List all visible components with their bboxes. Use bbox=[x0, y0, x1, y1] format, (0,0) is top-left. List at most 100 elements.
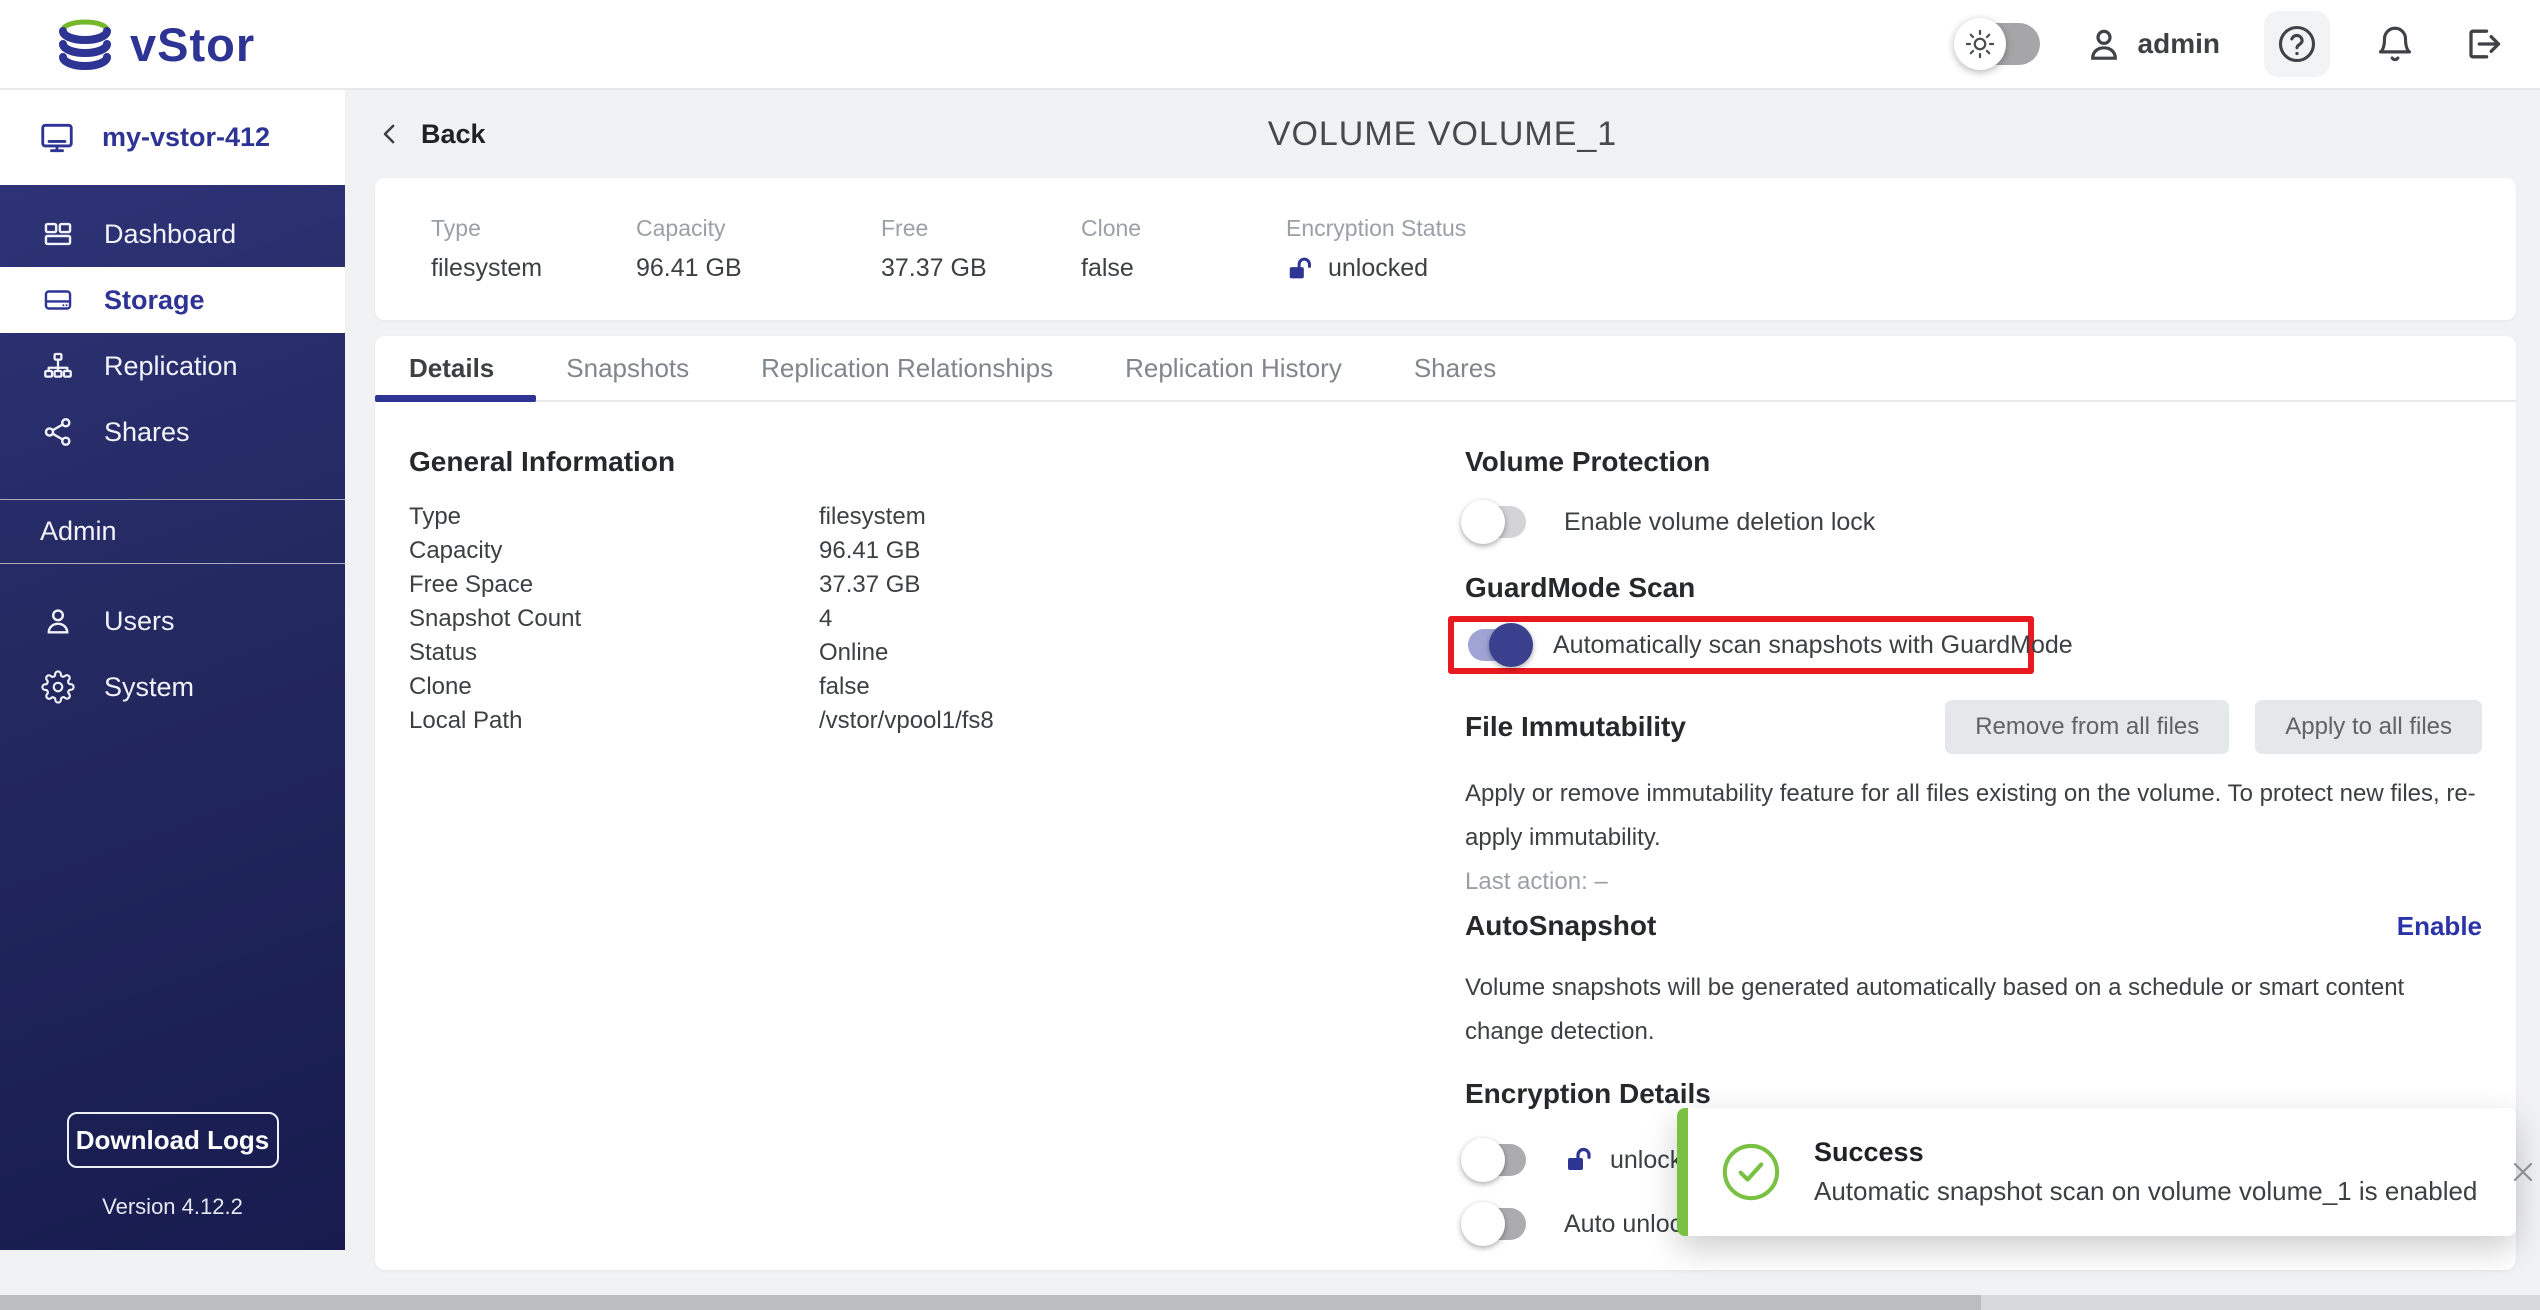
horizontal-scrollbar[interactable] bbox=[0, 1295, 2540, 1310]
check-circle-icon bbox=[1718, 1139, 1784, 1205]
help-button[interactable] bbox=[2264, 11, 2330, 77]
guardmode-scan-toggle[interactable] bbox=[1468, 623, 1533, 667]
dashboard-icon bbox=[40, 217, 76, 251]
bell-icon bbox=[2374, 23, 2416, 65]
sidebar-item-replication[interactable]: Replication bbox=[0, 333, 345, 399]
user-name: admin bbox=[2137, 28, 2220, 59]
row-value: 4 bbox=[819, 605, 833, 632]
sidebar-item-label: Users bbox=[104, 605, 175, 636]
autosnapshot-header-row: AutoSnapshot Enable bbox=[1465, 910, 2482, 942]
sidebar-item-label: Replication bbox=[104, 350, 238, 381]
sidebar-item-dashboard[interactable]: Dashboard bbox=[0, 201, 345, 267]
summary-free: Free 37.37 GB bbox=[881, 215, 1081, 283]
page-title: VOLUME VOLUME_1 bbox=[1267, 114, 1618, 153]
table-row: Capacity 96.41 GB bbox=[409, 534, 1465, 568]
sidebar-item-system[interactable]: System bbox=[0, 654, 345, 720]
sun-icon bbox=[1953, 18, 2006, 70]
row-label: Type bbox=[409, 503, 462, 530]
encryption-lock-toggle[interactable] bbox=[1461, 1138, 1526, 1182]
tab-details[interactable]: Details bbox=[374, 336, 537, 402]
volume-summary-card: Type filesystem Capacity 96.41 GB Free 3… bbox=[375, 178, 2516, 320]
top-bar: vStor admin bbox=[0, 0, 2540, 90]
user-menu[interactable]: admin bbox=[2084, 24, 2220, 64]
general-information-table: Type filesystem Capacity 96.41 GB Free S… bbox=[409, 500, 1465, 738]
logout-button[interactable] bbox=[2460, 22, 2504, 66]
sidebar-item-label: Dashboard bbox=[104, 218, 237, 249]
deletion-lock-toggle[interactable] bbox=[1461, 500, 1526, 544]
summary-encryption-status: Encryption Status unlocked bbox=[1286, 215, 1466, 284]
tab-replication-history[interactable]: Replication History bbox=[1125, 336, 1342, 400]
remove-from-all-files-button[interactable]: Remove from all files bbox=[1945, 700, 2230, 754]
user-icon bbox=[2084, 24, 2124, 64]
summary-label: Type bbox=[431, 215, 481, 241]
autosnapshot-description: Volume snapshots will be generated autom… bbox=[1465, 974, 2405, 1045]
row-label: Free Space bbox=[409, 571, 534, 598]
replication-sitemap-icon bbox=[40, 349, 76, 383]
summary-clone: Clone false bbox=[1081, 215, 1286, 283]
row-value: 37.37 GB bbox=[819, 571, 921, 598]
guardmode-heading: GuardMode Scan bbox=[1465, 572, 1696, 603]
apply-to-all-files-button[interactable]: Apply to all files bbox=[2255, 700, 2482, 754]
tab-bar: Details Snapshots Replication Relationsh… bbox=[374, 336, 2516, 402]
auto-unlock-toggle[interactable] bbox=[1461, 1202, 1526, 1246]
toast-close-icon[interactable] bbox=[2507, 1156, 2539, 1188]
breadcrumb-row: Back VOLUME VOLUME_1 bbox=[345, 90, 2540, 178]
share-nodes-icon bbox=[40, 415, 76, 449]
notifications-button[interactable] bbox=[2374, 23, 2416, 65]
row-value: false bbox=[819, 673, 870, 700]
theme-toggle[interactable] bbox=[1953, 18, 2040, 70]
table-row: Clone false bbox=[409, 670, 1465, 704]
table-row: Local Path /vstor/vpool1/fs8 bbox=[409, 704, 1465, 738]
row-label: Status bbox=[409, 639, 478, 666]
row-label: Local Path bbox=[409, 707, 523, 734]
summary-value: unlocked bbox=[1286, 254, 1466, 284]
horizontal-scrollbar-thumb[interactable] bbox=[0, 1295, 1982, 1310]
sidebar-item-label: Shares bbox=[104, 416, 190, 447]
general-information-section: General Information Type filesystem Capa… bbox=[409, 446, 1465, 1250]
summary-value: 37.37 GB bbox=[881, 254, 987, 282]
download-logs-button[interactable]: Download Logs bbox=[66, 1112, 279, 1168]
table-row: Type filesystem bbox=[409, 500, 1465, 534]
sidebar-node[interactable]: my-vstor-412 bbox=[0, 90, 345, 185]
file-immutability-description: Apply or remove immutability feature for… bbox=[1465, 780, 2476, 851]
vstor-disks-icon bbox=[54, 15, 116, 73]
row-value: 96.41 GB bbox=[819, 537, 921, 564]
autosnapshot-enable-link[interactable]: Enable bbox=[2397, 911, 2482, 942]
summary-value: false bbox=[1081, 254, 1134, 282]
row-label: Snapshot Count bbox=[409, 605, 582, 632]
row-value: Online bbox=[819, 639, 889, 666]
sidebar-nav: Dashboard Storage Replication Shares Adm… bbox=[0, 185, 345, 1250]
brand-logo: vStor bbox=[54, 15, 255, 73]
deletion-lock-row: Enable volume deletion lock bbox=[1461, 496, 2482, 548]
autosnapshot-heading: AutoSnapshot bbox=[1465, 910, 1657, 941]
sidebar-item-shares[interactable]: Shares bbox=[0, 399, 345, 465]
node-name: my-vstor-412 bbox=[102, 122, 271, 152]
tab-shares[interactable]: Shares bbox=[1414, 336, 1496, 400]
guardmode-scan-label: Automatically scan snapshots with GuardM… bbox=[1553, 630, 2073, 659]
deletion-lock-label: Enable volume deletion lock bbox=[1564, 507, 1876, 536]
summary-value: filesystem bbox=[431, 254, 543, 282]
tab-replication-relationships[interactable]: Replication Relationships bbox=[761, 336, 1053, 400]
guardmode-highlight-annotation: Automatically scan snapshots with GuardM… bbox=[1448, 616, 2073, 674]
version-label: Version 4.12.2 bbox=[102, 1194, 243, 1219]
summary-label: Free bbox=[881, 215, 929, 241]
encryption-status-text: unlocked bbox=[1328, 254, 1429, 282]
success-toast: Success Automatic snapshot scan on volum… bbox=[1677, 1108, 2533, 1236]
table-row: Snapshot Count 4 bbox=[409, 602, 1465, 636]
toast-message: Automatic snapshot scan on volume volume… bbox=[1814, 1176, 2478, 1206]
row-value: /vstor/vpool1/fs8 bbox=[819, 707, 994, 734]
sidebar-item-label: Storage bbox=[104, 284, 205, 315]
sidebar-admin-heading: Admin bbox=[0, 499, 345, 564]
unlocked-padlock-icon bbox=[1286, 254, 1316, 284]
gear-icon bbox=[40, 670, 76, 704]
summary-type: Type filesystem bbox=[431, 215, 636, 283]
table-row: Status Online bbox=[409, 636, 1465, 670]
sidebar-item-users[interactable]: Users bbox=[0, 588, 345, 654]
sidebar-item-label: System bbox=[104, 671, 195, 702]
tab-snapshots[interactable]: Snapshots bbox=[566, 336, 689, 400]
sidebar-item-storage[interactable]: Storage bbox=[0, 267, 345, 333]
users-icon bbox=[40, 604, 76, 638]
volume-protection-heading: Volume Protection bbox=[1465, 446, 1711, 477]
file-immutability-buttons: Remove from all files Apply to all files bbox=[1945, 700, 2482, 754]
unlocked-padlock-icon bbox=[1564, 1144, 1596, 1176]
